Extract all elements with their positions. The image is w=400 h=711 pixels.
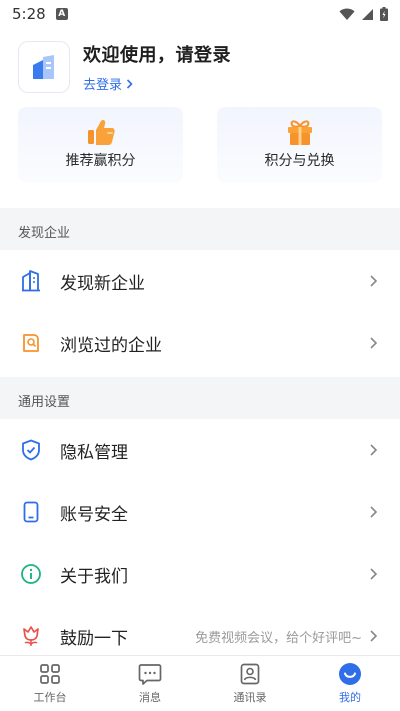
menu-item-discover-new[interactable]: 发现新企业	[0, 250, 400, 312]
chevron-right-icon	[370, 506, 378, 518]
status-bar: 5:28 A	[0, 0, 400, 28]
login-label: 去登录	[83, 78, 123, 93]
menu-item-about-us[interactable]: 关于我们	[0, 543, 400, 605]
avatar[interactable]	[18, 41, 70, 93]
chevron-right-icon	[370, 568, 378, 580]
status-indicators	[339, 7, 388, 21]
chevron-right-icon	[126, 78, 133, 89]
menu-hint: 免费视频会议，给个好评吧~	[195, 630, 362, 646]
section-header-settings: 通用设置	[0, 377, 400, 423]
menu-label: 浏览过的企业	[60, 335, 162, 356]
tab-label: 工作台	[33, 691, 67, 704]
tab-label: 我的	[339, 691, 361, 704]
menu-label: 发现新企业	[60, 273, 145, 294]
shield-icon	[20, 439, 42, 461]
chevron-right-icon	[370, 630, 378, 642]
menu-label: 隐私管理	[60, 442, 128, 463]
info-icon	[20, 563, 42, 585]
company-logo-icon	[33, 55, 54, 79]
building-icon	[20, 270, 42, 292]
contacts-icon	[238, 662, 262, 686]
status-time: 5:28	[12, 5, 46, 23]
tab-mine[interactable]: 我的	[300, 656, 400, 711]
menu-label: 账号安全	[60, 504, 128, 525]
profile-text: 欢迎使用，请登录 去登录	[83, 41, 231, 93]
menu-label: 鼓励一下	[60, 628, 128, 649]
card-recommend[interactable]: 推荐赢积分	[18, 107, 183, 183]
phone-icon	[20, 501, 42, 523]
tab-contacts[interactable]: 通讯录	[200, 656, 300, 711]
bottom-tab-bar: 工作台 消息 通讯录 我的	[0, 655, 400, 711]
battery-icon	[380, 7, 388, 21]
section-header-discover: 发现企业	[0, 208, 400, 254]
welcome-title: 欢迎使用，请登录	[83, 45, 231, 66]
login-link[interactable]: 去登录	[83, 74, 231, 93]
tab-workbench[interactable]: 工作台	[0, 656, 100, 711]
thumbs-up-icon	[87, 120, 115, 145]
gift-icon	[287, 120, 312, 145]
card-points-exchange[interactable]: 积分与兑换	[217, 107, 382, 183]
tab-label: 消息	[139, 691, 161, 704]
menu-item-browsed[interactable]: 浏览过的企业	[0, 312, 400, 374]
chevron-right-icon	[370, 275, 378, 287]
wifi-icon	[339, 8, 355, 20]
tab-messages[interactable]: 消息	[100, 656, 200, 711]
smile-icon	[338, 662, 362, 686]
profile-header: 欢迎使用，请登录 去登录	[18, 40, 382, 94]
card-label: 积分与兑换	[264, 153, 335, 169]
signal-icon	[362, 8, 373, 20]
chevron-right-icon	[370, 444, 378, 456]
card-label: 推荐赢积分	[65, 153, 136, 169]
notification-icon: A	[55, 8, 68, 20]
menu-label: 关于我们	[60, 566, 128, 587]
chat-icon	[138, 662, 162, 686]
tab-label: 通讯录	[233, 691, 267, 704]
chevron-right-icon	[370, 337, 378, 349]
grid-icon	[38, 662, 62, 686]
flower-icon	[20, 625, 42, 647]
menu-item-privacy[interactable]: 隐私管理	[0, 419, 400, 481]
browse-history-icon	[20, 332, 42, 354]
menu-item-account-security[interactable]: 账号安全	[0, 481, 400, 543]
reward-cards: 推荐赢积分 积分与兑换	[18, 107, 382, 183]
